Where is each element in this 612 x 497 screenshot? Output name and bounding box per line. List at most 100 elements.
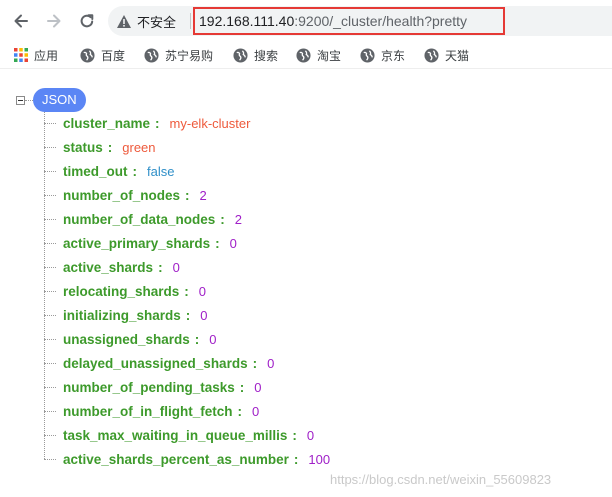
tree-connector [44,362,56,364]
url-field[interactable]: 192.168.111.40:9200/_cluster/health?pret… [193,7,505,35]
json-key: active_shards_percent_as_number [63,451,289,467]
json-entry: initializing_shards: 0 [44,305,208,325]
globe-icon [233,47,248,63]
json-key: active_shards [63,259,154,275]
json-entry: status: green [44,137,156,157]
globe-icon [144,47,159,63]
bookmark-label: 苏宁易购 [165,48,214,63]
tree-connector [44,170,56,172]
json-colon: : [184,283,189,299]
json-key: delayed_unassigned_shards [63,355,248,371]
json-value: green [122,139,156,155]
bookmark-baidu[interactable]: 百度 [80,45,125,65]
json-value: 2 [199,187,207,203]
json-entry: relocating_shards: 0 [44,281,206,301]
json-key: number_of_pending_tasks [63,379,235,395]
bookmark-label: 应用 [34,48,59,63]
tree-connector [44,218,56,220]
bookmark-suning[interactable]: 苏宁易购 [144,45,213,65]
security-indicator[interactable]: 不安全 [116,6,176,36]
tree-connector [44,338,56,340]
json-key: unassigned_shards [63,331,190,347]
tree-connector [44,458,56,460]
tree-connector [44,266,56,268]
bookmark-label: 搜索 [254,48,279,63]
address-bar[interactable]: 不安全 192.168.111.40:9200/_cluster/health?… [108,6,612,36]
bookmarks-bar: 应用 百度 苏宁易购 搜索 淘宝 京东 天猫 [0,42,612,69]
tree-connector [44,386,56,388]
address-separator [190,13,191,29]
json-key: task_max_waiting_in_queue_millis [63,427,288,443]
json-entry: cluster_name: my-elk-cluster [44,113,250,133]
globe-icon [296,47,311,63]
json-entry: number_of_data_nodes: 2 [44,209,242,229]
reload-icon [80,14,94,28]
bookmark-taobao[interactable]: 淘宝 [296,45,341,65]
bookmark-tmall[interactable]: 天猫 [424,45,469,65]
tree-connector [25,100,33,101]
json-colon: : [252,355,258,371]
warning-triangle-icon [117,14,131,28]
json-tree-viewer: JSON cluster_name: my-elk-cluster status… [0,69,612,497]
reload-button[interactable] [74,8,100,34]
tree-connector [44,410,56,412]
forward-arrow-icon [47,14,61,28]
json-value: 0 [209,331,217,347]
globe-icon [80,47,95,63]
json-value: 0 [306,427,315,443]
bookmark-search[interactable]: 搜索 [233,45,278,65]
json-value: 0 [200,307,208,323]
tree-connector [44,314,56,316]
json-colon: : [158,259,163,275]
json-value: 0 [229,235,237,251]
json-entry: number_of_pending_tasks: 0 [44,377,262,397]
json-value: 2 [234,211,243,227]
bookmark-label: 天猫 [445,48,470,63]
bookmark-label: 百度 [101,48,126,63]
json-key: number_of_nodes [63,187,181,203]
url-path: :9200/_cluster/health?pretty [294,13,468,29]
json-key: timed_out [63,163,128,179]
json-entry: number_of_nodes: 2 [44,185,207,205]
tree-connector [44,146,56,148]
json-entry: number_of_in_flight_fetch: 0 [44,401,259,421]
json-root-badge[interactable]: JSON [33,88,86,112]
bookmark-apps[interactable]: 应用 [14,45,58,65]
json-entry: timed_out: false [44,161,174,181]
tree-connector [44,242,56,244]
security-label: 不安全 [137,15,177,31]
back-button[interactable] [8,8,34,34]
json-colon: : [185,187,190,203]
watermark: https://blog.csdn.net/weixin_55609823 [330,472,552,487]
json-colon: : [132,163,138,179]
url-host: 192.168.111.40 [199,13,295,29]
json-colon: : [194,331,200,347]
json-key: number_of_in_flight_fetch [63,403,233,419]
json-key: cluster_name [63,115,151,131]
json-value: 0 [254,379,262,395]
browser-toolbar: 不安全 192.168.111.40:9200/_cluster/health?… [0,0,612,42]
json-key: relocating_shards [63,283,180,299]
json-colon: : [239,379,245,395]
json-colon: : [237,403,243,419]
json-colon: : [107,139,113,155]
bookmark-jd[interactable]: 京东 [360,45,405,65]
json-colon: : [220,211,225,227]
globe-icon [360,47,375,63]
json-colon: : [155,115,160,131]
globe-icon [424,47,439,63]
tree-connector [44,434,56,436]
forward-button[interactable] [41,8,67,34]
json-key: initializing_shards [63,307,181,323]
collapse-toggle-icon[interactable] [16,96,25,105]
json-value: false [147,163,175,179]
json-key: status [63,139,103,155]
bookmark-label: 京东 [381,48,406,63]
json-value: 0 [267,355,275,371]
json-value: 0 [252,403,260,419]
json-entry: active_shards_percent_as_number: 100 [44,449,330,469]
json-entry: delayed_unassigned_shards: 0 [44,353,274,373]
json-key: number_of_data_nodes [63,211,216,227]
json-colon: : [292,427,297,443]
back-arrow-icon [14,14,28,28]
